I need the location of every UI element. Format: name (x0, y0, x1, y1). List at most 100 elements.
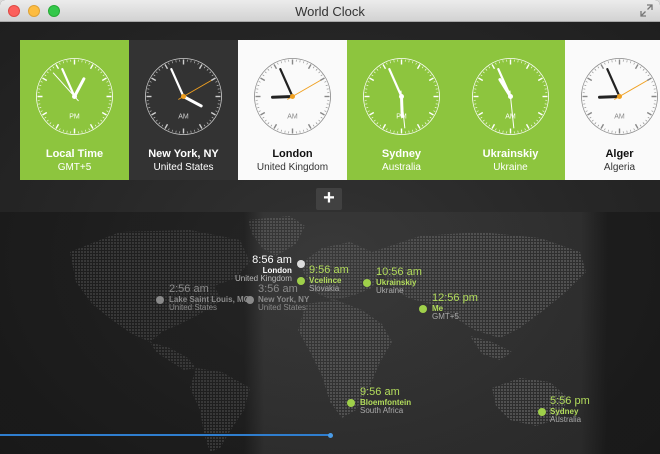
map-marker-new-york[interactable]: 3:56 am New York, NY United States (246, 283, 309, 312)
clock-card-ukrainskiy[interactable]: AM Ukrainskiy Ukraine (456, 40, 565, 180)
clock-tick (197, 128, 199, 131)
analog-clock: AM (254, 58, 331, 135)
time-slider-handle[interactable] (328, 433, 333, 438)
clock-tick (498, 61, 500, 64)
clock-tick (62, 61, 64, 64)
map-marker-ukrainskiy[interactable]: 10:56 am Ukrainskiy Ukraine (363, 266, 422, 295)
clock-tick (55, 64, 60, 70)
map-marker-lake-saint-louis[interactable]: 2:56 am Lake Saint Louis, MO United Stat… (156, 283, 250, 312)
clock-tick (194, 129, 196, 132)
clock-tick (153, 116, 156, 119)
hour-hand (73, 77, 86, 98)
clock-tick (371, 74, 374, 77)
clock-tick (495, 62, 497, 65)
clock-tick (630, 129, 632, 132)
map-marker-sydney[interactable]: 5:56 pm Sydney Australia (538, 395, 590, 424)
clock-country: Algeria (603, 162, 636, 173)
minute-hand (388, 67, 403, 98)
clock-tick (537, 77, 543, 82)
time-slider-track[interactable] (0, 434, 330, 436)
clock-ampm: AM (178, 114, 189, 121)
clock-tick (260, 77, 266, 82)
clock-tick (597, 66, 600, 69)
minute-hand (497, 67, 512, 98)
clock-tick (373, 71, 376, 74)
clock-country: Australia (382, 162, 421, 173)
clock-tick (476, 81, 479, 83)
clock-tick (589, 74, 592, 77)
map-marker-bloemfontein[interactable]: 9:56 am Bloemfontein South Africa (347, 386, 411, 415)
clock-tick (642, 122, 645, 125)
clock-tick (639, 124, 642, 127)
fullscreen-icon[interactable] (640, 4, 653, 17)
window-title: World Clock (295, 4, 365, 19)
clock-tick (315, 68, 318, 71)
clock-ampm: AM (505, 114, 516, 121)
add-city-button[interactable]: + (316, 188, 342, 210)
clock-tick (267, 122, 270, 125)
clock-tick (585, 81, 588, 83)
clock-city: New York, NY (148, 148, 219, 160)
clock-tick (40, 110, 43, 112)
clock-tick (262, 74, 265, 77)
clock-tick (100, 119, 103, 122)
clock-tick (475, 84, 478, 86)
marker-country: Australia (550, 414, 582, 424)
clock-card-sydney[interactable]: PM Sydney Australia (347, 40, 456, 180)
clock-tick (434, 84, 437, 86)
clock-tick (482, 119, 485, 122)
title-bar[interactable]: World Clock (0, 0, 660, 22)
south-america-shape (190, 368, 250, 452)
clock-tick (478, 111, 484, 116)
clock-tick (62, 129, 64, 132)
greenland-shape (248, 216, 305, 256)
clock-card-new-york[interactable]: AM New York, NY United States (129, 40, 238, 180)
clock-city: Alger (605, 148, 634, 160)
map-marker-vcelince[interactable]: 9:56 am Vcelince Slovakia (297, 264, 349, 293)
marker-dot (363, 279, 371, 287)
clock-tick (536, 71, 539, 74)
clock-tick (607, 129, 609, 132)
clock-center (508, 94, 513, 99)
clock-tick (488, 66, 491, 69)
clock-card-alger[interactable]: AM Alger Algeria (565, 40, 660, 180)
clock-tick (421, 66, 424, 69)
clock-tick (367, 110, 370, 112)
clock-tick (158, 68, 161, 71)
clock-card-local-time[interactable]: PM Local Time GMT+5 (20, 40, 129, 180)
clock-tick (46, 119, 49, 122)
clock-tick (149, 81, 152, 83)
clock-tick (49, 122, 52, 125)
clock-ampm: AM (614, 114, 625, 121)
clock-tick (39, 107, 42, 109)
clock-tick (260, 111, 266, 116)
clock-tick (587, 77, 593, 82)
map-marker-london[interactable]: 8:56 am London United Kingdom (235, 254, 305, 283)
clock-tick (416, 64, 421, 70)
clock-center (290, 94, 295, 99)
clock-strip[interactable]: PM Local Time GMT+5 AM New York, NY Unit… (20, 40, 660, 180)
clock-tick (94, 124, 97, 127)
clock-tick (386, 62, 388, 65)
clock-card-london[interactable]: AM London United Kingdom (238, 40, 347, 180)
clock-tick (303, 61, 305, 64)
map-marker-me[interactable]: 12:56 pm Me GMT+5 (419, 292, 478, 321)
clock-tick (89, 123, 94, 129)
clock-tick (482, 71, 485, 74)
clock-tick (324, 110, 327, 112)
marker-time: 2:56 am (169, 283, 209, 295)
clock-tick (94, 66, 97, 69)
clock-tick (536, 119, 539, 122)
clock-tick (633, 128, 635, 131)
clock-tick (647, 74, 650, 77)
clock-tick (97, 68, 100, 71)
clock-tick (491, 64, 496, 70)
clock-tick (476, 110, 479, 112)
clock-tick (524, 62, 526, 65)
clock-tick (315, 122, 318, 125)
clock-tick (429, 74, 432, 77)
clock-tick (491, 123, 496, 129)
clock-tick (307, 64, 312, 70)
clock-tick (303, 129, 305, 132)
marker-dot (246, 296, 254, 304)
